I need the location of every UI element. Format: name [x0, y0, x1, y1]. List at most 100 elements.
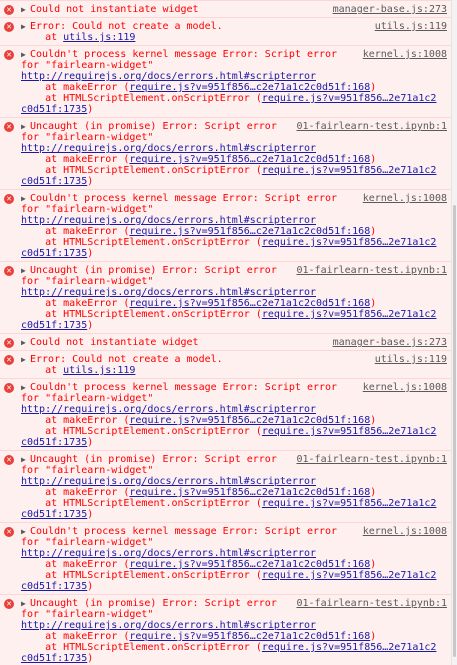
scrollbar-thumb[interactable]	[453, 205, 456, 657]
stack-frame-link[interactable]: require.js?v=951f856…c2e71a1c2c0d51f:168	[129, 226, 370, 237]
triangle-right-icon[interactable]: ▶	[21, 526, 30, 537]
stack-frame-prefix: at	[21, 32, 64, 43]
stack-frame-prefix: at	[21, 365, 64, 376]
triangle-right-icon[interactable]: ▶	[21, 382, 30, 393]
stack-frame-close: )	[370, 154, 377, 165]
triangle-right-icon[interactable]: ▶	[21, 193, 30, 204]
stack-frame: at makeError (require.js?v=951f856…c2e71…	[21, 487, 447, 498]
stack-frame-link-continued[interactable]: c0d51f:1735	[21, 509, 87, 520]
docs-line: http://requirejs.org/docs/errors.html#sc…	[21, 404, 447, 415]
stack-frame-link[interactable]: require.js?v=951f856…2e71a1c2	[262, 498, 437, 509]
stack-frame-link[interactable]: utils.js:119	[63, 32, 135, 43]
stack-frame-link-continued[interactable]: c0d51f:1735	[21, 653, 87, 664]
source-link[interactable]: 01-fairlearn-test.ipynb:1	[296, 121, 447, 132]
stack-frame-link-continued[interactable]: c0d51f:1735	[21, 437, 87, 448]
triangle-right-icon[interactable]: ▶	[21, 49, 30, 60]
stack-frame: at makeError (require.js?v=951f856…c2e71…	[21, 415, 447, 426]
stack-frame: at HTMLScriptElement.onScriptError (requ…	[21, 93, 447, 104]
stack-frame: at HTMLScriptElement.onScriptError (requ…	[21, 309, 447, 320]
stack-frame-link[interactable]: require.js?v=951f856…c2e71a1c2c0d51f:168	[129, 487, 370, 498]
console-error-message: ✕ ▶ Could not instantiate widget manager-ba…	[0, 333, 451, 350]
message-first-line: ▶ Couldn't process kernel message Error: …	[21, 382, 447, 393]
stack-frame-link-continued[interactable]: c0d51f:1735	[21, 320, 87, 331]
error-circle-icon: ✕	[4, 338, 14, 348]
stack-frame-wrap: c0d51f:1735)	[21, 653, 447, 664]
source-link[interactable]: kernel.js:1008	[362, 526, 447, 537]
console-messages: ✕ ▶ Could not instantiate widget manager-ba…	[0, 0, 452, 665]
stack-frame-close: )	[370, 226, 377, 237]
docs-link[interactable]: http://requirejs.org/docs/errors.html#sc…	[21, 548, 316, 559]
source-link[interactable]: 01-fairlearn-test.ipynb:1	[296, 265, 447, 276]
message-text: Couldn't process kernel message Error: S…	[30, 526, 338, 537]
stack-frame-prefix: at	[21, 426, 64, 437]
triangle-right-icon[interactable]: ▶	[21, 4, 30, 15]
docs-link[interactable]: http://requirejs.org/docs/errors.html#sc…	[21, 404, 316, 415]
docs-link[interactable]: http://requirejs.org/docs/errors.html#sc…	[21, 287, 316, 298]
source-link[interactable]: kernel.js:1008	[362, 382, 447, 393]
error-circle-icon: ✕	[4, 194, 14, 204]
triangle-right-icon[interactable]: ▶	[21, 265, 30, 276]
stack-frame-link-continued[interactable]: c0d51f:1735	[21, 581, 87, 592]
source-link[interactable]: utils.js:119	[374, 354, 447, 365]
source-link[interactable]: manager-base.js:273	[332, 4, 447, 15]
stack-frame-link[interactable]: require.js?v=951f856…2e71a1c2	[262, 93, 437, 104]
stack-frame-link-continued[interactable]: c0d51f:1735	[21, 104, 87, 115]
docs-link[interactable]: http://requirejs.org/docs/errors.html#sc…	[21, 71, 316, 82]
stack-frame-wrap: c0d51f:1735)	[21, 248, 447, 259]
stack-frame-link[interactable]: require.js?v=951f856…2e71a1c2	[262, 309, 437, 320]
stack-frame-link[interactable]: utils.js:119	[63, 365, 135, 376]
message-first-line: ▶ Couldn't process kernel message Error: …	[21, 526, 447, 537]
console-error-message: ✕ ▶ Uncaught (in promise) Error: Script er…	[0, 594, 451, 665]
stack-frame-link[interactable]: require.js?v=951f856…c2e71a1c2c0d51f:168	[129, 154, 370, 165]
error-circle-icon: ✕	[4, 266, 14, 276]
message-continuation-text: for "fairlearn-widget"	[21, 465, 154, 476]
stack-frame-prefix: at	[21, 487, 64, 498]
triangle-right-icon[interactable]: ▶	[21, 598, 30, 609]
message-first-line: ▶ Error: Could not create a model. utils.j…	[21, 354, 447, 365]
stack-frame-link[interactable]: require.js?v=951f856…c2e71a1c2c0d51f:168	[129, 631, 370, 642]
stack-frame: at HTMLScriptElement.onScriptError (requ…	[21, 498, 447, 509]
stack-frame-link-continued[interactable]: c0d51f:1735	[21, 248, 87, 259]
stack-frame-prefix: at	[21, 570, 64, 581]
stack-frame-close: )	[370, 631, 377, 642]
console-error-message: ✕ ▶ Uncaught (in promise) Error: Script er…	[0, 261, 451, 333]
docs-link[interactable]: http://requirejs.org/docs/errors.html#sc…	[21, 143, 316, 154]
stack-frame: at makeError (require.js?v=951f856…c2e71…	[21, 298, 447, 309]
triangle-right-icon[interactable]: ▶	[21, 454, 30, 465]
stack-frame: at HTMLScriptElement.onScriptError (requ…	[21, 426, 447, 437]
source-link[interactable]: 01-fairlearn-test.ipynb:1	[296, 598, 447, 609]
stack-frame-close: )	[370, 298, 377, 309]
message-continuation-text: for "fairlearn-widget"	[21, 204, 154, 215]
stack-frame-link[interactable]: require.js?v=951f856…c2e71a1c2c0d51f:168	[129, 559, 370, 570]
stack-frame-link[interactable]: require.js?v=951f856…c2e71a1c2c0d51f:168	[129, 82, 370, 93]
stack-frame-function: HTMLScriptElement.onScriptError (	[63, 570, 262, 581]
stack-frame-link[interactable]: require.js?v=951f856…2e71a1c2	[262, 165, 437, 176]
source-link[interactable]: kernel.js:1008	[362, 193, 447, 204]
source-link[interactable]: 01-fairlearn-test.ipynb:1	[296, 454, 447, 465]
stack-frame-link[interactable]: require.js?v=951f856…2e71a1c2	[262, 237, 437, 248]
source-link[interactable]: kernel.js:1008	[362, 49, 447, 60]
stack-frame-prefix: at	[21, 237, 64, 248]
stack-frame-link[interactable]: require.js?v=951f856…2e71a1c2	[262, 426, 437, 437]
docs-link[interactable]: http://requirejs.org/docs/errors.html#sc…	[21, 476, 316, 487]
message-text: Uncaught (in promise) Error: Script erro…	[30, 265, 277, 276]
triangle-right-icon[interactable]: ▶	[21, 354, 30, 365]
triangle-right-icon[interactable]: ▶	[21, 21, 30, 32]
stack-frame-close: )	[87, 176, 94, 187]
stack-frame-link[interactable]: require.js?v=951f856…c2e71a1c2c0d51f:168	[129, 298, 370, 309]
stack-frame: at makeError (require.js?v=951f856…c2e71…	[21, 226, 447, 237]
stack-frame-link-continued[interactable]: c0d51f:1735	[21, 176, 87, 187]
message-continuation: for "fairlearn-widget"	[21, 60, 447, 71]
triangle-right-icon[interactable]: ▶	[21, 121, 30, 132]
stack-frame-link[interactable]: require.js?v=951f856…2e71a1c2	[262, 642, 437, 653]
docs-line: http://requirejs.org/docs/errors.html#sc…	[21, 71, 447, 82]
stack-frame-prefix: at	[21, 165, 64, 176]
triangle-right-icon[interactable]: ▶	[21, 337, 30, 348]
source-link[interactable]: manager-base.js:273	[332, 337, 447, 348]
source-link[interactable]: utils.js:119	[374, 21, 447, 32]
docs-line: http://requirejs.org/docs/errors.html#sc…	[21, 476, 447, 487]
docs-link[interactable]: http://requirejs.org/docs/errors.html#sc…	[21, 620, 316, 631]
stack-frame-link[interactable]: require.js?v=951f856…c2e71a1c2c0d51f:168	[129, 415, 370, 426]
docs-link[interactable]: http://requirejs.org/docs/errors.html#sc…	[21, 215, 316, 226]
stack-frame-link[interactable]: require.js?v=951f856…2e71a1c2	[262, 570, 437, 581]
